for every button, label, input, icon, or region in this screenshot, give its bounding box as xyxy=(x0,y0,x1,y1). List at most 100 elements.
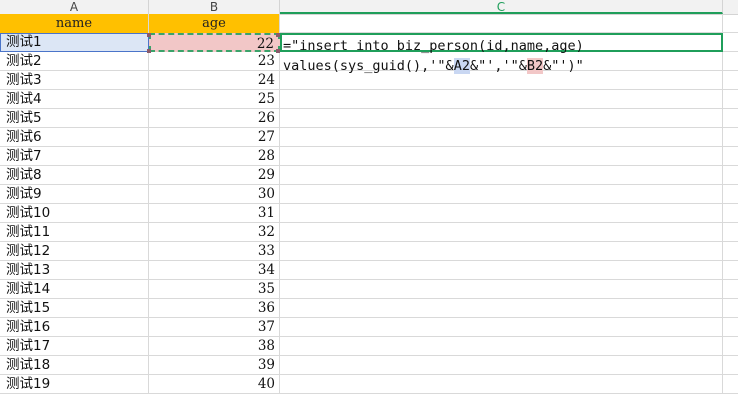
cell-d20[interactable] xyxy=(723,375,738,394)
cell-d4[interactable] xyxy=(723,71,738,90)
cell-a8[interactable]: 测试7 xyxy=(0,147,149,166)
table-row: 测试9 30 xyxy=(0,185,738,204)
cell-d3[interactable] xyxy=(723,52,738,71)
cell-b6[interactable]: 26 xyxy=(149,109,280,128)
cell-a2[interactable]: 测试1 xyxy=(0,33,149,52)
cell-d13[interactable] xyxy=(723,242,738,261)
cell-b1[interactable]: age xyxy=(149,14,280,33)
cell-c11[interactable] xyxy=(280,204,723,223)
cell-c6[interactable] xyxy=(280,109,723,128)
cell-b5[interactable]: 25 xyxy=(149,90,280,109)
cell-a19[interactable]: 测试18 xyxy=(0,356,149,375)
formula-ref-b2: B2 xyxy=(526,58,544,74)
cell-a16[interactable]: 测试15 xyxy=(0,299,149,318)
column-header-c[interactable]: C xyxy=(280,0,723,14)
cell-b20[interactable]: 40 xyxy=(149,375,280,394)
selection-handle[interactable] xyxy=(276,33,280,37)
table-row: 测试12 33 xyxy=(0,242,738,261)
cell-d9[interactable] xyxy=(723,166,738,185)
cell-d12[interactable] xyxy=(723,223,738,242)
column-header-b[interactable]: B xyxy=(149,0,280,14)
cell-b13[interactable]: 33 xyxy=(149,242,280,261)
selection-handle[interactable] xyxy=(147,33,151,37)
table-row: 测试16 37 xyxy=(0,318,738,337)
cell-c19[interactable] xyxy=(280,356,723,375)
cell-a17[interactable]: 测试16 xyxy=(0,318,149,337)
cell-d6[interactable] xyxy=(723,109,738,128)
column-header-next[interactable] xyxy=(723,0,738,14)
cell-a11[interactable]: 测试10 xyxy=(0,204,149,223)
cell-a15[interactable]: 测试14 xyxy=(0,280,149,299)
table-row: 测试6 27 xyxy=(0,128,738,147)
cell-a3[interactable]: 测试2 xyxy=(0,52,149,71)
cell-a12[interactable]: 测试11 xyxy=(0,223,149,242)
cell-b4[interactable]: 24 xyxy=(149,71,280,90)
cell-b18[interactable]: 38 xyxy=(149,337,280,356)
cell-d18[interactable] xyxy=(723,337,738,356)
table-row: 测试7 28 xyxy=(0,147,738,166)
cell-d11[interactable] xyxy=(723,204,738,223)
table-row: 测试19 40 xyxy=(0,375,738,394)
table-row: 测试13 34 xyxy=(0,261,738,280)
cell-c9[interactable] xyxy=(280,166,723,185)
column-header-a[interactable]: A xyxy=(0,0,149,14)
cell-b7[interactable]: 27 xyxy=(149,128,280,147)
cell-a4[interactable]: 测试3 xyxy=(0,71,149,90)
cell-d14[interactable] xyxy=(723,261,738,280)
cell-b14[interactable]: 34 xyxy=(149,261,280,280)
cell-a13[interactable]: 测试12 xyxy=(0,242,149,261)
cell-b11[interactable]: 31 xyxy=(149,204,280,223)
cell-a1[interactable]: name xyxy=(0,14,149,33)
cell-d1[interactable] xyxy=(723,14,738,33)
cell-c18[interactable] xyxy=(280,337,723,356)
cell-d15[interactable] xyxy=(723,280,738,299)
cell-a10[interactable]: 测试9 xyxy=(0,185,149,204)
formula-ref-a2: A2 xyxy=(453,58,470,74)
cell-b19[interactable]: 39 xyxy=(149,356,280,375)
table-row: 测试17 38 xyxy=(0,337,738,356)
cell-b12[interactable]: 32 xyxy=(149,223,280,242)
cell-c10[interactable] xyxy=(280,185,723,204)
cell-b17[interactable]: 37 xyxy=(149,318,280,337)
cell-b2[interactable]: 22 xyxy=(149,33,280,52)
cell-d2[interactable] xyxy=(723,33,738,52)
cell-a18[interactable]: 测试17 xyxy=(0,337,149,356)
cell-b16[interactable]: 36 xyxy=(149,299,280,318)
cell-c20[interactable] xyxy=(280,375,723,394)
cell-d5[interactable] xyxy=(723,90,738,109)
cell-b9[interactable]: 29 xyxy=(149,166,280,185)
cell-d7[interactable] xyxy=(723,128,738,147)
cell-a6[interactable]: 测试5 xyxy=(0,109,149,128)
cell-c5[interactable] xyxy=(280,90,723,109)
formula-line-1: ="insert into biz_person(id,name,age) xyxy=(283,38,584,54)
table-row: 测试14 35 xyxy=(0,280,738,299)
cell-c16[interactable] xyxy=(280,299,723,318)
cell-c8[interactable] xyxy=(280,147,723,166)
cell-c17[interactable] xyxy=(280,318,723,337)
cell-a20[interactable]: 测试19 xyxy=(0,375,149,394)
selection-handle[interactable] xyxy=(147,49,151,53)
cell-c13[interactable] xyxy=(280,242,723,261)
cell-d10[interactable] xyxy=(723,185,738,204)
cell-b3[interactable]: 23 xyxy=(149,52,280,71)
formula-line-2-mid: &"','"& xyxy=(469,58,527,74)
cell-d17[interactable] xyxy=(723,318,738,337)
cell-d16[interactable] xyxy=(723,299,738,318)
table-row: 测试5 26 xyxy=(0,109,738,128)
cell-b15[interactable]: 35 xyxy=(149,280,280,299)
cell-a5[interactable]: 测试4 xyxy=(0,90,149,109)
cell-a9[interactable]: 测试8 xyxy=(0,166,149,185)
cell-b10[interactable]: 30 xyxy=(149,185,280,204)
cell-a14[interactable]: 测试13 xyxy=(0,261,149,280)
cell-a7[interactable]: 测试6 xyxy=(0,128,149,147)
selection-handle[interactable] xyxy=(276,49,280,53)
cell-d8[interactable] xyxy=(723,147,738,166)
cell-c1[interactable] xyxy=(280,14,723,33)
cell-c7[interactable] xyxy=(280,128,723,147)
cell-c14[interactable] xyxy=(280,261,723,280)
table-row: name age xyxy=(0,14,738,33)
cell-c12[interactable] xyxy=(280,223,723,242)
cell-b8[interactable]: 28 xyxy=(149,147,280,166)
cell-c15[interactable] xyxy=(280,280,723,299)
cell-d19[interactable] xyxy=(723,356,738,375)
